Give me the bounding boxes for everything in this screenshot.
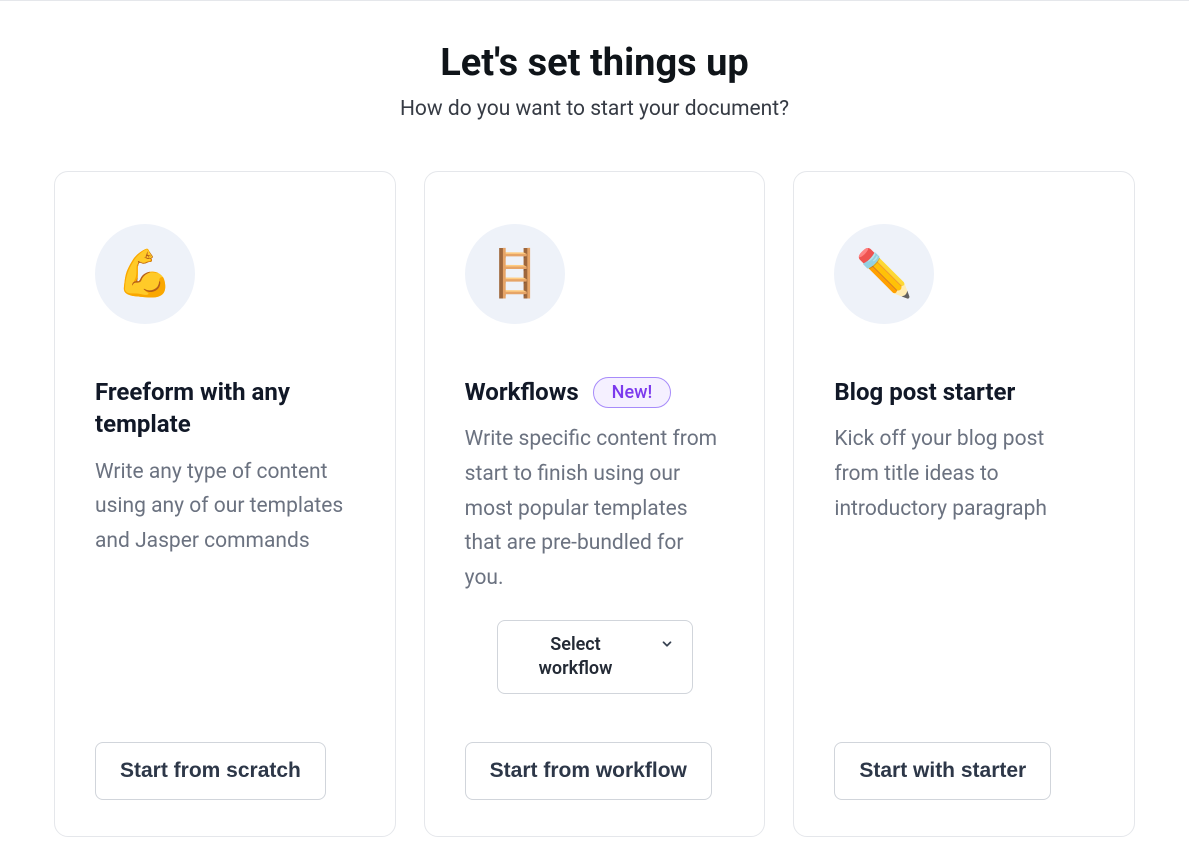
card-blog: ✏️ Blog post starter Kick off your blog … [793, 171, 1135, 837]
card-title-workflows: Workflows [465, 376, 579, 408]
start-with-starter-button[interactable]: Start with starter [834, 742, 1051, 800]
start-from-scratch-button[interactable]: Start from scratch [95, 742, 326, 800]
start-from-workflow-button[interactable]: Start from workflow [465, 742, 712, 800]
page-header: Let's set things up How do you want to s… [400, 41, 789, 121]
select-workflow-label: Select workflow [516, 633, 636, 682]
card-title-freeform: Freeform with any template [95, 376, 355, 441]
page-subtitle: How do you want to start your document? [400, 97, 789, 121]
muscle-icon: 💪 [95, 224, 195, 324]
card-title-blog: Blog post starter [834, 376, 1015, 408]
card-desc-freeform: Write any type of content using any of o… [95, 455, 355, 559]
card-grid: 💪 Freeform with any template Write any t… [0, 171, 1189, 837]
card-desc-workflows: Write specific content from start to fin… [465, 422, 725, 595]
card-desc-blog: Kick off your blog post from title ideas… [834, 422, 1094, 526]
card-workflows: 🪜 Workflows New! Write specific content … [424, 171, 766, 837]
chevron-down-icon [660, 637, 674, 655]
pencil-icon: ✏️ [834, 224, 934, 324]
new-badge: New! [593, 377, 672, 408]
ladder-icon: 🪜 [465, 224, 565, 324]
page-title: Let's set things up [400, 41, 789, 85]
card-freeform: 💪 Freeform with any template Write any t… [54, 171, 396, 837]
select-workflow-dropdown[interactable]: Select workflow [497, 620, 693, 695]
